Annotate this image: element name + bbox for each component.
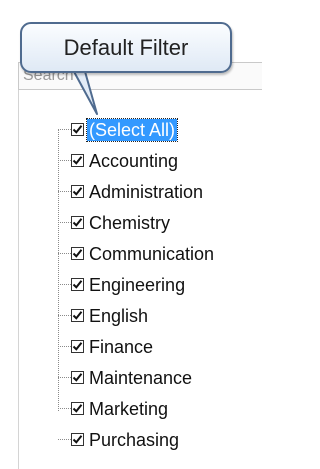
- check-icon: [72, 280, 83, 289]
- tree-item-maintenance[interactable]: Maintenance: [58, 362, 262, 393]
- check-icon: [72, 435, 83, 444]
- checkbox[interactable]: [71, 185, 84, 198]
- tree-branch-line: [58, 222, 71, 223]
- checkbox[interactable]: [71, 247, 84, 260]
- tree-item-marketing[interactable]: Marketing: [58, 393, 262, 424]
- tree-item-label[interactable]: Maintenance: [87, 367, 194, 389]
- check-icon: [72, 342, 83, 351]
- check-icon: [72, 125, 83, 134]
- tree-item-label[interactable]: (Select All): [85, 117, 179, 142]
- checkbox[interactable]: [71, 309, 84, 322]
- tree-item-english[interactable]: English: [58, 300, 262, 331]
- tree-item-purchasing[interactable]: Purchasing: [58, 424, 262, 455]
- checkbox[interactable]: [71, 402, 84, 415]
- checkbox[interactable]: [71, 340, 84, 353]
- tree-branch-line: [58, 408, 71, 409]
- tree-branch-line: [58, 315, 71, 316]
- checkbox[interactable]: [71, 123, 84, 136]
- checkbox[interactable]: [71, 371, 84, 384]
- tree-item-select-all[interactable]: (Select All): [58, 114, 262, 145]
- tree-branch-line: [58, 377, 71, 378]
- tree-item-finance[interactable]: Finance: [58, 331, 262, 362]
- tree-branch-line: [58, 191, 71, 192]
- tree-item-label[interactable]: Marketing: [87, 398, 170, 420]
- tree-item-engineering[interactable]: Engineering: [58, 269, 262, 300]
- tree-item-label[interactable]: English: [87, 305, 150, 327]
- tree-item-communication[interactable]: Communication: [58, 238, 262, 269]
- tree-item-label[interactable]: Accounting: [87, 150, 180, 172]
- callout-pointer: [71, 68, 98, 115]
- tree-item-label[interactable]: Administration: [87, 181, 205, 203]
- checkbox[interactable]: [71, 154, 84, 167]
- tree-item-label[interactable]: Finance: [87, 336, 155, 358]
- tree-item-label[interactable]: Engineering: [87, 274, 187, 296]
- checkbox[interactable]: [71, 433, 84, 446]
- tree-branch-line: [58, 160, 71, 161]
- check-icon: [72, 187, 83, 196]
- checkbox[interactable]: [71, 278, 84, 291]
- tree-branch-line: [58, 253, 71, 254]
- tree-branch-line: [58, 346, 71, 347]
- callout-text: Default Filter: [63, 34, 189, 60]
- callout-bubble: Default Filter: [20, 22, 232, 73]
- check-icon: [72, 404, 83, 413]
- check-icon: [72, 156, 83, 165]
- tree-item-accounting[interactable]: Accounting: [58, 145, 262, 176]
- check-icon: [72, 311, 83, 320]
- tree-item-label[interactable]: Chemistry: [87, 212, 172, 234]
- tree-item-chemistry[interactable]: Chemistry: [58, 207, 262, 238]
- tree-branch-line: [58, 284, 71, 285]
- tree-branch-line: [58, 439, 71, 440]
- check-icon: [72, 218, 83, 227]
- tree-item-label[interactable]: Purchasing: [87, 429, 181, 451]
- check-icon: [72, 373, 83, 382]
- check-icon: [72, 249, 83, 258]
- tree-item-label[interactable]: Communication: [87, 243, 216, 265]
- tree-item-administration[interactable]: Administration: [58, 176, 262, 207]
- tree-branch-line: [58, 129, 71, 130]
- checkbox[interactable]: [71, 216, 84, 229]
